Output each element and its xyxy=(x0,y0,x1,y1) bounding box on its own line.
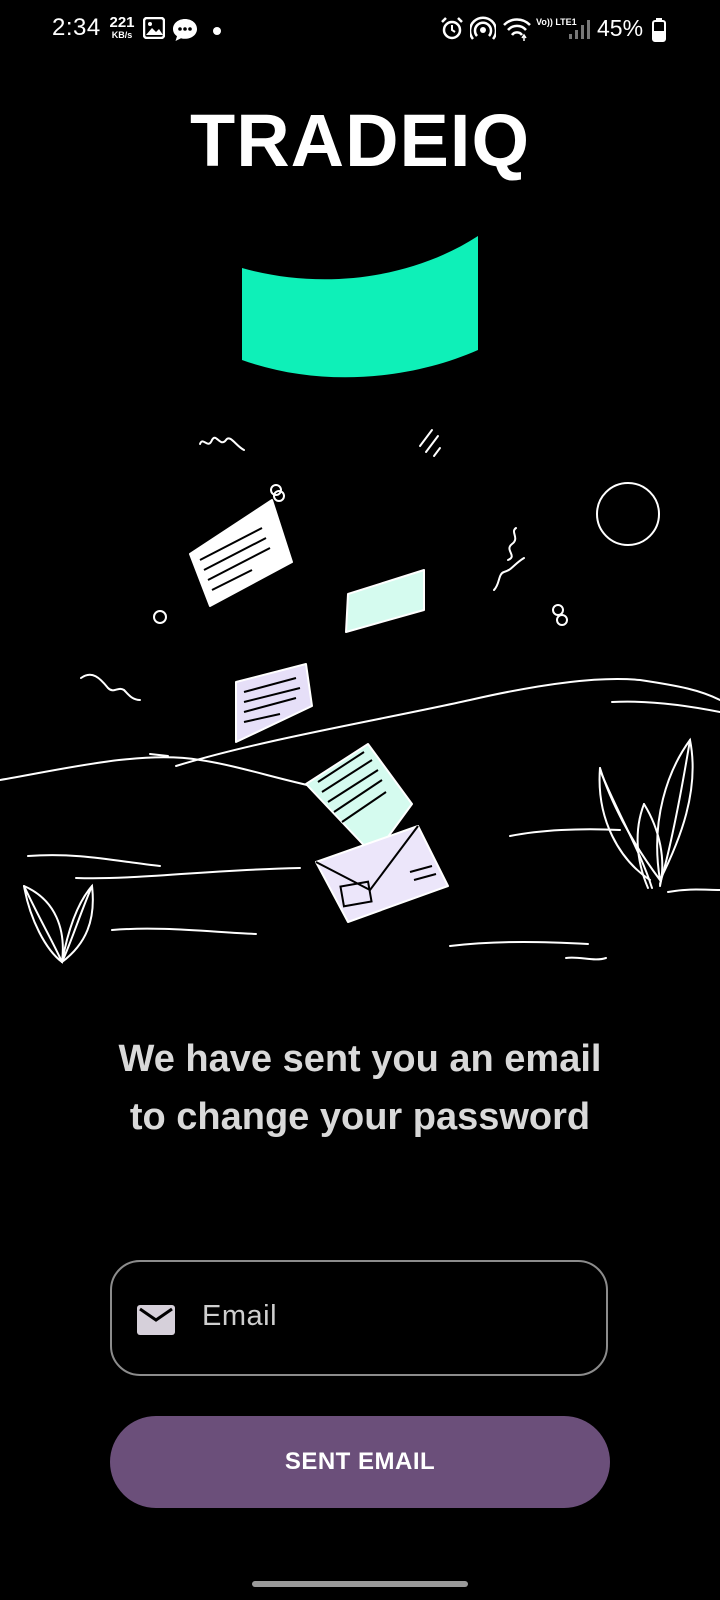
sent-email-button[interactable]: SENT EMAIL xyxy=(110,1416,610,1508)
email-field[interactable]: Email xyxy=(110,1260,608,1376)
confirmation-message: We have sent you an email to change your… xyxy=(118,1038,602,1138)
status-bar: 2:34 221 KB/s Vo)) LTE1 45% xyxy=(0,0,720,60)
network-speed: 221 KB/s xyxy=(108,15,136,40)
gallery-icon xyxy=(142,16,166,44)
wifi-icon xyxy=(502,16,532,47)
home-indicator[interactable] xyxy=(252,1581,468,1587)
email-placeholder[interactable]: Email xyxy=(202,1300,277,1333)
app-title: TRADEIQ xyxy=(190,99,530,182)
hotspot-icon xyxy=(468,16,498,47)
mail-icon xyxy=(137,1305,175,1340)
email-illustration xyxy=(0,236,720,964)
signal-icon xyxy=(568,18,590,45)
alarm-icon xyxy=(440,16,464,47)
chat-icon xyxy=(172,17,198,48)
network-speed-unit: KB/s xyxy=(111,30,133,40)
logo-banner xyxy=(242,236,478,378)
battery-icon xyxy=(652,18,666,47)
network-speed-value: 221 xyxy=(109,14,135,31)
status-time: 2:34 xyxy=(52,14,101,41)
notification-dot xyxy=(213,27,221,35)
battery-percent: 45% xyxy=(597,15,644,41)
